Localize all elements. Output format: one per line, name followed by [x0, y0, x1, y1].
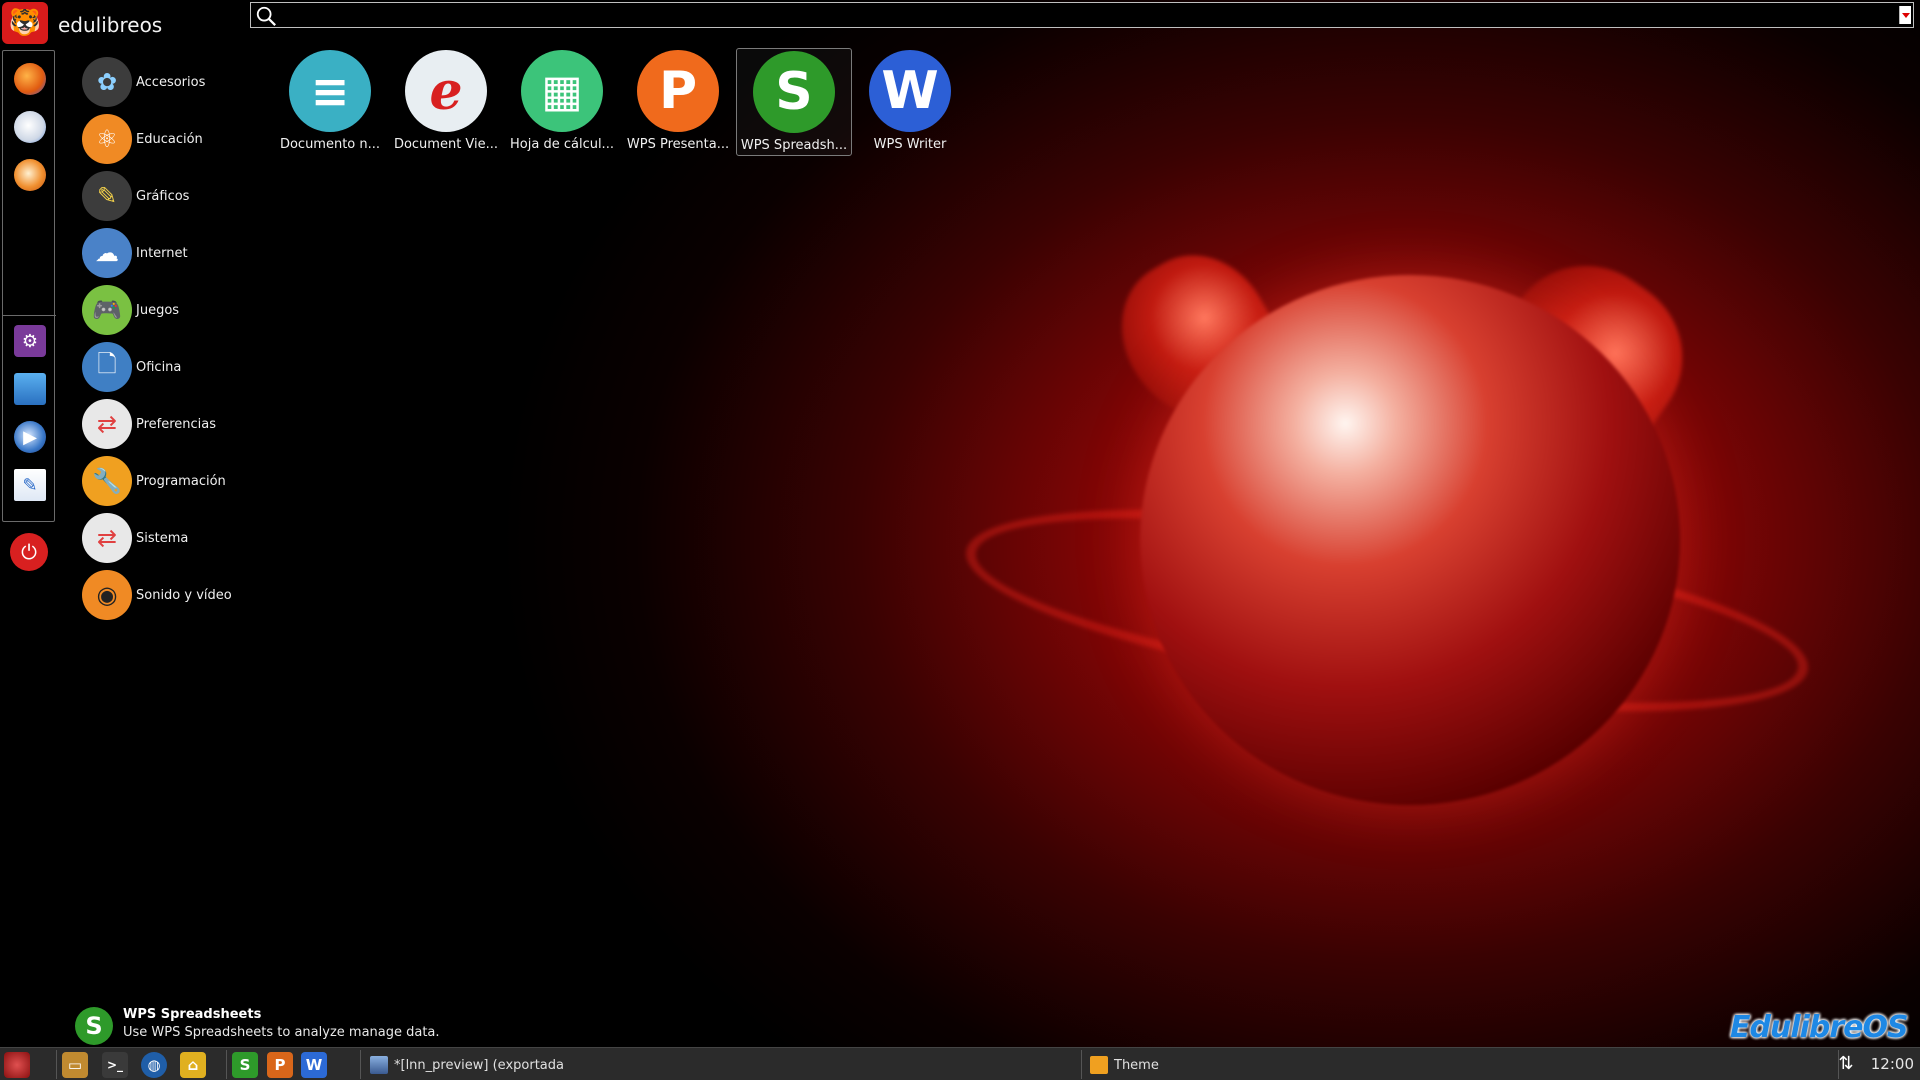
category-label: Oficina — [136, 359, 182, 375]
category-accesorios[interactable]: ✿ Accesorios — [82, 57, 205, 107]
app-label: WPS Spreadsh... — [740, 138, 848, 153]
start-menu-icon[interactable] — [4, 1052, 30, 1078]
thunderbird-icon[interactable] — [14, 111, 46, 143]
power-icon: ⏻ — [21, 540, 37, 564]
category-label: Gráficos — [136, 188, 190, 204]
category-programacion[interactable]: 🔧 Programación — [82, 456, 226, 506]
search-icon — [256, 6, 276, 26]
category-label: Juegos — [136, 302, 180, 318]
games-controller-icon: 🎮 — [82, 285, 132, 335]
taskbar: ▭ >_ ◍ ⌂ S P W *[lnn_preview] (exportada… — [0, 1047, 1920, 1080]
document-viewer-icon: e — [405, 50, 487, 132]
category-label: Accesorios — [136, 74, 206, 90]
computer-icon[interactable] — [14, 373, 46, 405]
web-browser-icon[interactable]: ◍ — [141, 1052, 167, 1078]
app-wps-presentation[interactable]: P WPS Presenta... — [620, 48, 736, 156]
internet-cloud-icon: ☁ — [82, 228, 132, 278]
office-document-icon: 🗋 — [82, 342, 132, 392]
text-document-icon: ≡ — [289, 50, 371, 132]
category-label: Educación — [136, 131, 203, 147]
media-player-icon[interactable]: ▶ — [14, 421, 46, 453]
app-document-viewer[interactable]: e Document Vie... — [388, 48, 504, 156]
programming-wrench-icon: 🔧 — [82, 456, 132, 506]
category-internet[interactable]: ☁ Internet — [82, 228, 188, 278]
category-educacion[interactable]: ⚛ Educación — [82, 114, 203, 164]
network-icon[interactable]: ⇅ — [1834, 1053, 1858, 1077]
category-juegos[interactable]: 🎮 Juegos — [82, 285, 179, 335]
accessories-icon: ✿ — [82, 57, 132, 107]
taskbar-window-label: *[lnn_preview] (exportada — [394, 1057, 564, 1073]
category-sonido-video[interactable]: ◉ Sonido y vídeo — [82, 570, 232, 620]
app-label: WPS Presenta... — [626, 137, 730, 152]
folder-icon — [1090, 1056, 1108, 1074]
wps-spreadsheets-icon: S — [753, 51, 835, 133]
search-options-dropdown[interactable] — [1899, 6, 1911, 24]
app-label: Hoja de cálcul... — [510, 137, 614, 152]
taskbar-divider — [226, 1050, 227, 1079]
power-button[interactable]: ⏻ — [10, 533, 48, 571]
app-documento-nuevo[interactable]: ≡ Documento n... — [272, 48, 388, 156]
system-toggle-icon: ⇄ — [82, 513, 132, 563]
taskbar-divider — [1081, 1050, 1082, 1079]
spreadsheet-icon: ▦ — [521, 50, 603, 132]
app-wps-spreadsheets[interactable]: S WPS Spreadsh... — [736, 48, 852, 156]
app-wps-writer[interactable]: W WPS Writer — [852, 48, 968, 156]
category-graficos[interactable]: ✎ Gráficos — [82, 171, 189, 221]
favorites-divider — [3, 315, 56, 316]
taskbar-window-label: Theme — [1114, 1057, 1159, 1073]
wallpaper-daemon-ball — [1140, 275, 1680, 805]
wps-presentation-icon: P — [637, 50, 719, 132]
text-editor-icon[interactable]: ✎ — [14, 469, 46, 501]
clock[interactable]: 12:00 — [1871, 1055, 1914, 1073]
menu-title: edulibreos — [58, 13, 163, 37]
category-label: Sonido y vídeo — [136, 587, 232, 603]
app-label: Documento n... — [279, 137, 381, 152]
settings-icon[interactable]: ⚙ — [14, 325, 46, 357]
favorites-panel: ⚙ ▶ ✎ — [2, 50, 56, 522]
taskbar-divider — [360, 1050, 361, 1079]
sound-video-icon: ◉ — [82, 570, 132, 620]
category-label: Preferencias — [136, 416, 217, 432]
desktop-wallpaper — [0, 0, 1920, 1080]
wps-writer-launcher-icon[interactable]: W — [301, 1052, 327, 1078]
search-bar[interactable] — [250, 2, 1914, 28]
terminal-icon[interactable]: >_ — [102, 1052, 128, 1078]
wps-presentation-launcher-icon[interactable]: P — [267, 1052, 293, 1078]
image-editor-icon — [370, 1056, 388, 1074]
home-folder-icon[interactable]: ⌂ — [180, 1052, 206, 1078]
category-label: Sistema — [136, 530, 189, 546]
taskbar-window-theme[interactable]: Theme — [1090, 1052, 1790, 1078]
category-sistema[interactable]: ⇄ Sistema — [82, 513, 188, 563]
taskbar-window-preview[interactable]: *[lnn_preview] (exportada — [370, 1052, 1070, 1078]
wps-writer-icon: W — [869, 50, 951, 132]
search-input[interactable] — [281, 5, 1893, 25]
category-oficina[interactable]: 🗋 Oficina — [82, 342, 181, 392]
app-label: WPS Writer — [873, 137, 947, 152]
app-hoja-de-calculo[interactable]: ▦ Hoja de cálcul... — [504, 48, 620, 156]
app-description-text: Use WPS Spreadsheets to analyze manage d… — [123, 1025, 440, 1040]
file-manager-icon[interactable]: ▭ — [62, 1052, 88, 1078]
menu-logo-icon[interactable]: 🐯 — [2, 2, 48, 44]
education-atom-icon: ⚛ — [82, 114, 132, 164]
category-preferencias[interactable]: ⇄ Preferencias — [82, 399, 216, 449]
wps-spreadsheets-launcher-icon[interactable]: S — [232, 1052, 258, 1078]
wps-spreadsheets-icon: S — [75, 1007, 113, 1045]
vlc-icon[interactable] — [14, 159, 46, 191]
preferences-toggle-icon: ⇄ — [82, 399, 132, 449]
app-description-title: WPS Spreadsheets — [123, 1007, 262, 1022]
app-label: Document Vie... — [393, 137, 499, 152]
category-label: Programación — [136, 473, 226, 489]
category-label: Internet — [136, 245, 188, 261]
taskbar-divider — [56, 1050, 57, 1079]
graphics-icon: ✎ — [82, 171, 132, 221]
firefox-icon[interactable] — [14, 63, 46, 95]
edulibreos-logo: EdulibreOS — [1730, 1010, 1909, 1045]
